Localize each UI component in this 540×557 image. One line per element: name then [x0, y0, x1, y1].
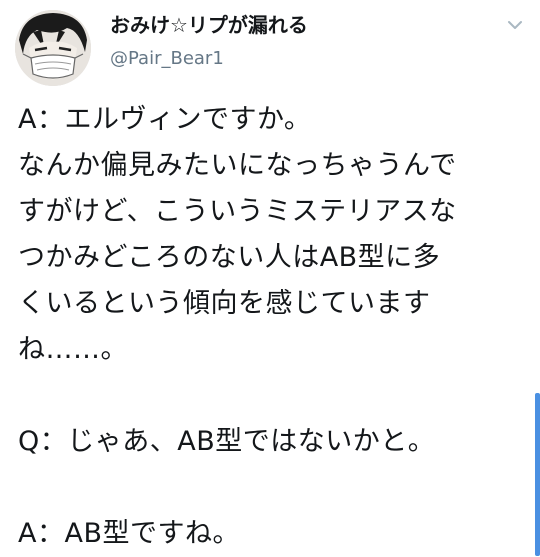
scrollbar[interactable] — [535, 393, 540, 556]
tweet-card: おみけ☆リプが漏れる @Pair_Bear1 A：エルヴィンですか。 なんか偏見… — [0, 0, 540, 556]
chevron-down-icon[interactable] — [506, 16, 524, 34]
display-name[interactable]: おみけ☆リプが漏れる — [110, 12, 308, 38]
avatar-illustration — [15, 10, 91, 86]
tweet-text: A：エルヴィンですか。 なんか偏見みたいになっちゃうんで すがけど、こういうミス… — [18, 104, 457, 549]
user-handle[interactable]: @Pair_Bear1 — [110, 47, 224, 71]
avatar[interactable] — [15, 10, 91, 86]
